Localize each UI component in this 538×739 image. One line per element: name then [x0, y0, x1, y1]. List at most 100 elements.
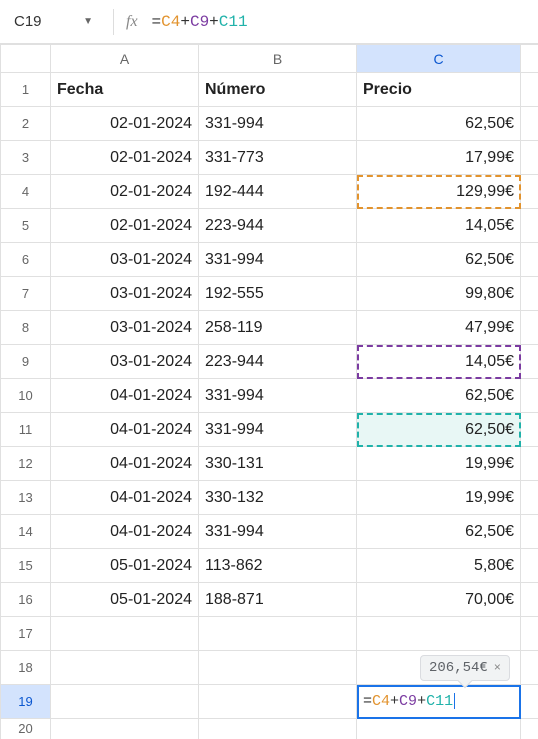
cell[interactable] [521, 141, 538, 175]
cell[interactable]: 192-444 [199, 175, 357, 209]
row-header[interactable]: 8 [1, 311, 51, 345]
cell[interactable]: 04-01-2024 [51, 447, 199, 481]
cell[interactable]: 62,50€ [357, 515, 521, 549]
cell[interactable]: 223-944 [199, 209, 357, 243]
cell[interactable]: 14,05€ [357, 209, 521, 243]
cell[interactable]: 62,50€ [357, 379, 521, 413]
row-header[interactable]: 17 [1, 617, 51, 651]
cell[interactable]: 03-01-2024 [51, 277, 199, 311]
cell-a1[interactable]: Fecha [51, 73, 199, 107]
cell[interactable] [357, 719, 521, 739]
cell[interactable]: 05-01-2024 [51, 583, 199, 617]
cell[interactable]: 5,80€ [357, 549, 521, 583]
cell-c9-referenced[interactable]: 14,05€ [357, 345, 521, 379]
cell[interactable] [521, 583, 538, 617]
cell[interactable] [521, 719, 538, 739]
cell[interactable]: 223-944 [199, 345, 357, 379]
col-header-a[interactable]: A [51, 45, 199, 73]
cell[interactable] [199, 685, 357, 719]
cell[interactable] [521, 107, 538, 141]
cell[interactable] [357, 617, 521, 651]
cell[interactable] [521, 447, 538, 481]
cell[interactable]: 05-01-2024 [51, 549, 199, 583]
cell[interactable]: 02-01-2024 [51, 107, 199, 141]
row-header-active[interactable]: 19 [1, 685, 51, 719]
cell[interactable]: 04-01-2024 [51, 413, 199, 447]
spreadsheet-grid[interactable]: A B C 1 Fecha Número Precio 202-01-20243… [0, 44, 538, 739]
cell[interactable] [51, 651, 199, 685]
row-header[interactable]: 18 [1, 651, 51, 685]
cell[interactable] [51, 685, 199, 719]
formula-bar[interactable]: =C4+C9+C11 [152, 13, 532, 31]
cell[interactable]: 19,99€ [357, 481, 521, 515]
cell[interactable] [521, 685, 538, 719]
cell[interactable] [521, 73, 538, 107]
cell[interactable] [199, 719, 357, 739]
cell[interactable] [199, 651, 357, 685]
cell[interactable]: 47,99€ [357, 311, 521, 345]
cell-c11-referenced[interactable]: 62,50€ [357, 413, 521, 447]
row-header[interactable]: 11 [1, 413, 51, 447]
cell-c1[interactable]: Precio [357, 73, 521, 107]
row-header[interactable]: 7 [1, 277, 51, 311]
cell[interactable]: 19,99€ [357, 447, 521, 481]
col-header-next[interactable] [521, 45, 538, 73]
row-header[interactable]: 5 [1, 209, 51, 243]
cell[interactable]: 331-994 [199, 243, 357, 277]
cell-b1[interactable]: Número [199, 73, 357, 107]
cell[interactable]: 70,00€ [357, 583, 521, 617]
cell[interactable] [521, 209, 538, 243]
cell[interactable]: 99,80€ [357, 277, 521, 311]
fx-icon[interactable]: fx [126, 13, 138, 31]
cell[interactable] [521, 481, 538, 515]
select-all-corner[interactable] [1, 45, 51, 73]
row-header[interactable]: 9 [1, 345, 51, 379]
name-box[interactable]: C19 ▼ [6, 7, 101, 37]
row-header[interactable]: 20 [1, 719, 51, 739]
row-header[interactable]: 15 [1, 549, 51, 583]
row-header[interactable]: 1 [1, 73, 51, 107]
cell[interactable] [51, 617, 199, 651]
cell[interactable]: 330-132 [199, 481, 357, 515]
cell[interactable] [521, 549, 538, 583]
cell[interactable]: 03-01-2024 [51, 243, 199, 277]
cell[interactable]: 04-01-2024 [51, 379, 199, 413]
cell[interactable]: 330-131 [199, 447, 357, 481]
cell[interactable]: 17,99€ [357, 141, 521, 175]
row-header[interactable]: 16 [1, 583, 51, 617]
cell[interactable] [521, 277, 538, 311]
active-cell-c19[interactable]: =C4+C9+C11 [357, 685, 521, 719]
row-header[interactable]: 12 [1, 447, 51, 481]
cell[interactable]: 02-01-2024 [51, 175, 199, 209]
cell[interactable]: 331-994 [199, 379, 357, 413]
cell[interactable]: 113-862 [199, 549, 357, 583]
col-header-c[interactable]: C [357, 45, 521, 73]
cell[interactable]: 62,50€ [357, 107, 521, 141]
close-icon[interactable]: × [494, 661, 501, 675]
cell[interactable]: 258-119 [199, 311, 357, 345]
cell[interactable] [521, 345, 538, 379]
cell[interactable] [521, 515, 538, 549]
cell-c4-referenced[interactable]: 129,99€ [357, 175, 521, 209]
row-header[interactable]: 14 [1, 515, 51, 549]
cell[interactable]: 331-773 [199, 141, 357, 175]
row-header[interactable]: 10 [1, 379, 51, 413]
cell[interactable]: 192-555 [199, 277, 357, 311]
dropdown-icon[interactable]: ▼ [83, 16, 93, 27]
cell[interactable]: 04-01-2024 [51, 515, 199, 549]
row-header[interactable]: 13 [1, 481, 51, 515]
row-header[interactable]: 3 [1, 141, 51, 175]
row-header[interactable]: 6 [1, 243, 51, 277]
cell[interactable] [521, 243, 538, 277]
cell[interactable]: 02-01-2024 [51, 209, 199, 243]
cell[interactable] [521, 651, 538, 685]
cell[interactable] [521, 175, 538, 209]
cell[interactable] [521, 413, 538, 447]
cell[interactable]: 02-01-2024 [51, 141, 199, 175]
cell[interactable]: 62,50€ [357, 243, 521, 277]
cell[interactable] [199, 617, 357, 651]
cell[interactable] [521, 311, 538, 345]
row-header[interactable]: 2 [1, 107, 51, 141]
cell[interactable] [51, 719, 199, 739]
cell[interactable] [521, 617, 538, 651]
